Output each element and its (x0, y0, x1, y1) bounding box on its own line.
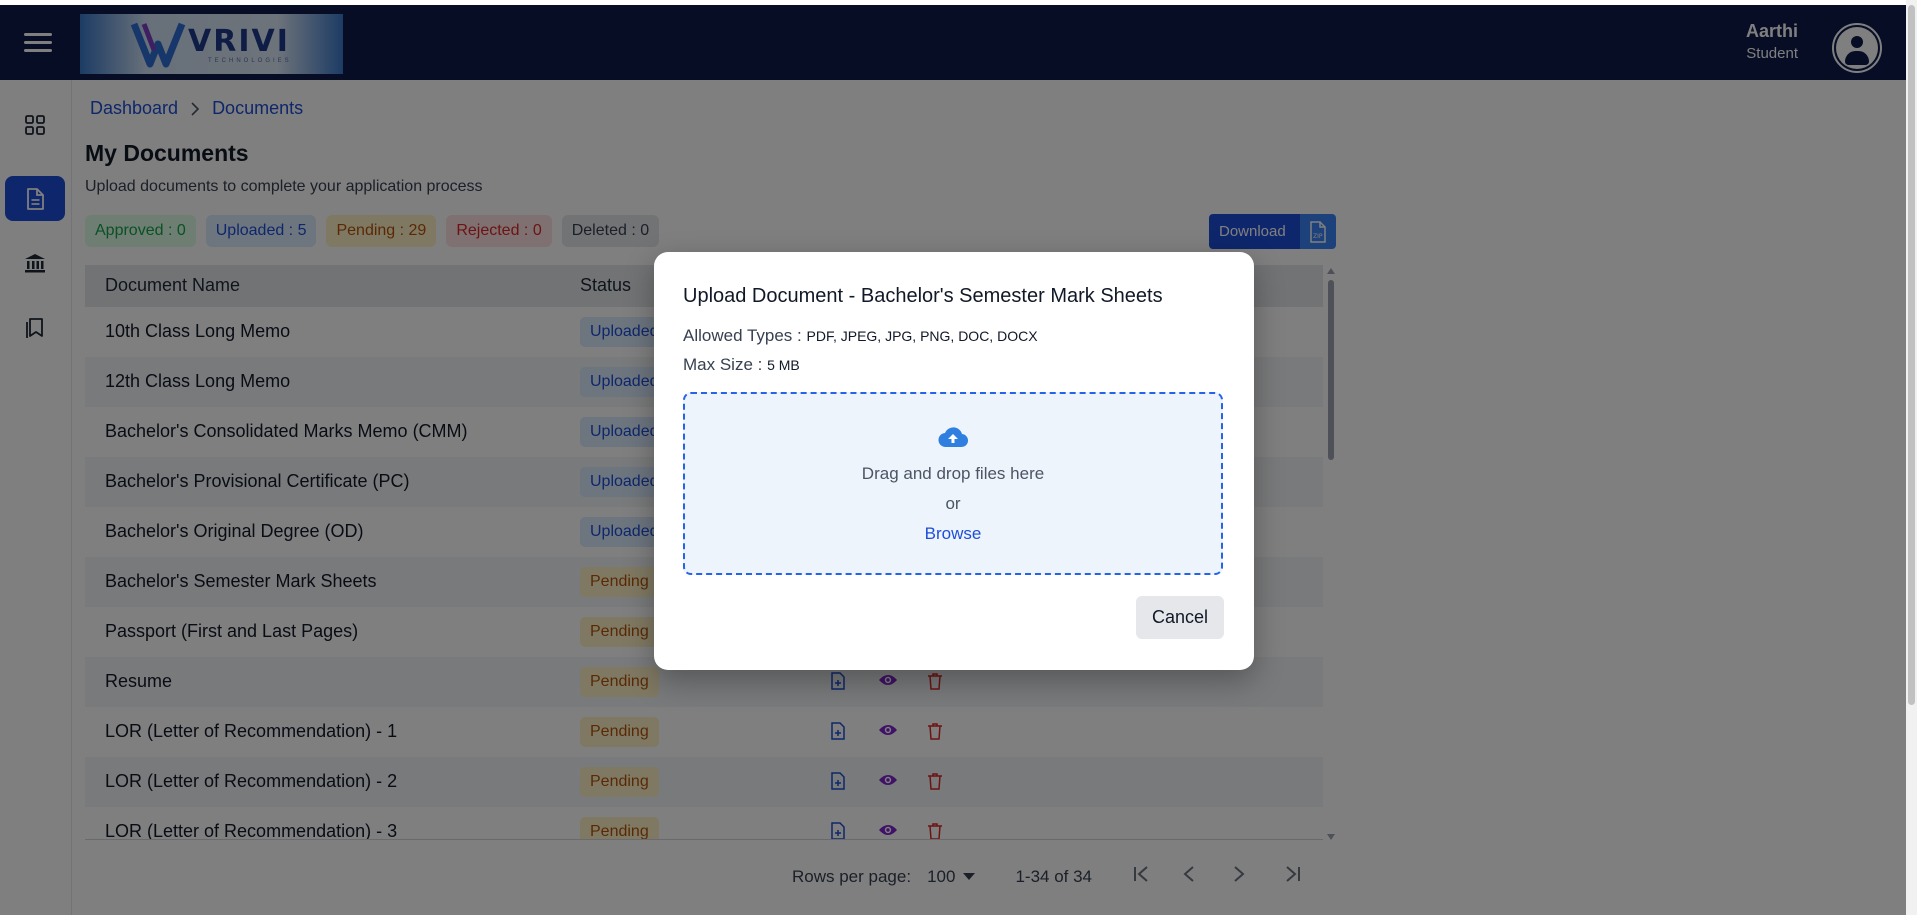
allowed-types: Allowed Types : PDF, JPEG, JPG, PNG, DOC… (683, 326, 1038, 346)
page-scrollbar[interactable] (1906, 0, 1917, 915)
browse-link[interactable]: Browse (685, 524, 1221, 544)
cloud-upload-icon (938, 426, 969, 453)
allowed-types-label: Allowed Types : (683, 326, 802, 345)
upload-document-dialog: Upload Document - Bachelor's Semester Ma… (654, 252, 1254, 670)
max-size-label: Max Size : (683, 355, 763, 374)
allowed-types-value: PDF, JPEG, JPG, PNG, DOC, DOCX (806, 328, 1038, 344)
or-text: or (945, 494, 961, 513)
max-size: Max Size : 5 MB (683, 355, 800, 375)
file-dropzone[interactable]: Drag and drop files here or Browse (683, 392, 1223, 575)
max-size-value: 5 MB (767, 357, 800, 373)
drag-drop-text: Drag and drop files here (861, 464, 1045, 483)
page-scroll-thumb[interactable] (1908, 5, 1915, 705)
cancel-button[interactable]: Cancel (1136, 596, 1224, 639)
dialog-title: Upload Document - Bachelor's Semester Ma… (683, 285, 1163, 307)
